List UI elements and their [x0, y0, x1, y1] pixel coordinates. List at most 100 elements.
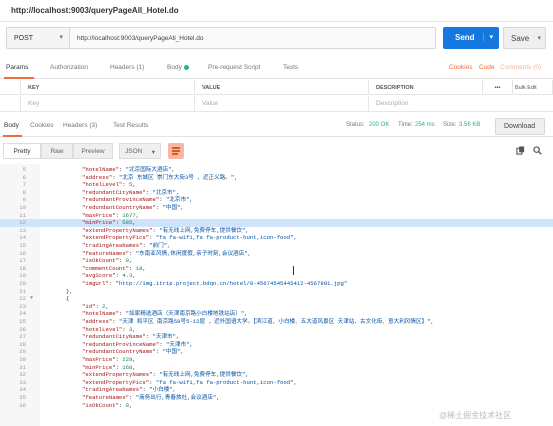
code-token: "北京市",: [165, 196, 193, 204]
url-input[interactable]: http://localhost:9003/queryPageAll_Hotel…: [70, 27, 436, 49]
code-token: :: [108, 280, 116, 287]
code-token: "maxPrice": [82, 356, 116, 363]
code-token: "isOkCount": [82, 257, 119, 265]
code-line: 14 "extendPropertyPics": "fa fa-wifi,fa f…: [0, 234, 553, 242]
line-number: 21: [19, 287, 26, 295]
tab-response-body[interactable]: Body: [4, 122, 19, 129]
description-input[interactable]: Description: [369, 96, 553, 112]
code-token: "天津 和平区 南京路59号5-12层 ，近外国语大学。【滨江道、小白楼、五大道…: [118, 318, 434, 325]
status-value: 200 OK: [369, 122, 390, 128]
code-line: 35 "featureNames": "商务出行,青春旅社,会议酒店",: [0, 394, 553, 402]
code-line: 30 "maxPrice": 228,: [0, 356, 553, 364]
code-line: 36 "isOkCount": 0,: [0, 402, 553, 410]
method-select[interactable]: POST ▾: [6, 27, 70, 49]
code-token: :: [149, 378, 156, 386]
code-token: "前门",: [149, 242, 171, 249]
code-token: ,: [132, 363, 136, 371]
method-label: POST: [14, 35, 34, 42]
code-line: 27 "redundantCityName": "天津市",: [0, 333, 553, 341]
code-line: 20 "imgUrl": "http://img.itrip.project.bd…: [0, 280, 553, 288]
code-token: "extendPropertyNames": [82, 371, 153, 379]
wrap-line-3: [172, 153, 178, 155]
code-line: 13 "extendPropertyNames": "有无线上网,免费停车,提供餐…: [0, 227, 553, 235]
code-line: 6 "address": "北京 东城区 崇门东大街3号 ，近正义路。",: [0, 174, 553, 182]
code-token: ,: [132, 219, 136, 227]
line-number: 9: [22, 196, 26, 204]
format-label: JSON: [125, 148, 143, 155]
view-pretty-button[interactable]: Pretty: [3, 143, 41, 159]
value-input[interactable]: Value: [195, 96, 369, 112]
code-token: "featureNames": [82, 249, 129, 257]
tab-body[interactable]: Body: [167, 64, 189, 71]
code-token: :: [155, 348, 163, 356]
code-token: {: [66, 295, 70, 303]
line-number: 26: [19, 325, 26, 333]
view-preview-button[interactable]: Preview: [73, 143, 113, 159]
code-text: "address": "天津 和平区 南京路59号5-12层 ，近外国语大学。【…: [82, 318, 434, 326]
view-raw-button[interactable]: Raw: [41, 143, 73, 159]
code-text: {: [66, 295, 69, 303]
text-cursor: [293, 266, 294, 275]
code-token: ,: [132, 356, 136, 363]
tab-response-cookies[interactable]: Cookies: [30, 122, 53, 129]
code-token: "hotelLevel": [82, 181, 123, 189]
code-text: "redundantCountryName": "中国",: [82, 348, 184, 356]
line-number: 30: [19, 356, 26, 363]
line-number: 27: [19, 333, 26, 341]
code-token: "redundantCityName": [82, 333, 146, 341]
line-number: 31: [19, 363, 26, 371]
code-line: 10 "redundantCountryName": "中国",: [0, 204, 553, 212]
code-token: "imgUrl": [82, 280, 109, 287]
line-number: 18: [19, 264, 26, 272]
send-button[interactable]: Send ▾: [443, 27, 499, 49]
code-link[interactable]: Code: [479, 64, 495, 71]
wrap-lines-icon[interactable]: [168, 143, 184, 159]
fold-toggle-icon[interactable]: ▼: [30, 295, 33, 303]
code-text: },: [66, 288, 73, 296]
code-token: "minPrice": [82, 219, 116, 227]
tab-authorization[interactable]: Authorization: [50, 64, 88, 71]
code-token: :: [145, 188, 153, 196]
tab-tests[interactable]: Tests: [283, 64, 298, 71]
download-button[interactable]: Download: [495, 118, 545, 135]
comments-link[interactable]: Comments (0): [500, 64, 541, 71]
code-token: :: [118, 401, 126, 409]
tab-test-results[interactable]: Test Results: [113, 122, 148, 129]
chevron-down-icon[interactable]: ▾: [483, 33, 493, 41]
line-number: 33: [19, 378, 26, 386]
tab-pre-request-script[interactable]: Pre-request Script: [208, 64, 260, 71]
code-token: "redundantProvinceName": [82, 340, 160, 348]
line-number: 13: [19, 226, 26, 234]
code-text: "tradingAreaNames": "小白楼",: [82, 386, 176, 394]
key-input[interactable]: Key: [21, 96, 195, 112]
code-token: "中国",: [162, 204, 184, 211]
code-token: "小白楼",: [149, 386, 177, 394]
code-text: "redundantProvinceName": "北京市",: [82, 196, 193, 204]
format-select[interactable]: JSON ▾: [119, 143, 161, 159]
request-bar: POST ▾ http://localhost:9003/queryPageAl…: [6, 27, 546, 49]
search-icon[interactable]: [533, 146, 542, 155]
active-tab-indicator: [4, 77, 34, 79]
save-button[interactable]: Save ▾: [503, 27, 546, 49]
code-token: 4.3: [122, 272, 133, 280]
code-line: 34 "tradingAreaNames": "小白楼",: [0, 386, 553, 394]
response-body-viewer[interactable]: 5 "hotelName": "北京国际大酒店", 6 "address": "北京 …: [0, 164, 553, 426]
more-options-icon[interactable]: •••: [483, 80, 513, 95]
tab-headers[interactable]: Headers (1): [110, 64, 144, 71]
code-line: 25 "address": "天津 和平区 南京路59号5-12层 ，近外国语大学…: [0, 318, 553, 326]
code-line: 19 "avgScore": 4.3,: [0, 272, 553, 280]
code-token: "redundantCityName": [82, 188, 146, 196]
line-number: 36: [19, 401, 26, 409]
code-token: :: [155, 204, 163, 211]
chevron-down-icon: ▾: [151, 149, 155, 156]
tab-params[interactable]: Params: [6, 64, 28, 71]
time-value: 254 ms: [415, 122, 435, 128]
copy-icon[interactable]: [516, 146, 525, 155]
cookies-link[interactable]: Cookies: [449, 64, 472, 71]
code-line: 18 "commentCount": 18,: [0, 265, 553, 273]
bulk-edit-link[interactable]: Bulk Edit: [513, 80, 553, 95]
tab-response-headers[interactable]: Headers (3): [63, 122, 97, 129]
code-text: "hotelLevel": 5,: [82, 181, 136, 189]
chevron-down-icon[interactable]: ▾: [537, 34, 541, 42]
column-key: KEY: [21, 80, 195, 95]
